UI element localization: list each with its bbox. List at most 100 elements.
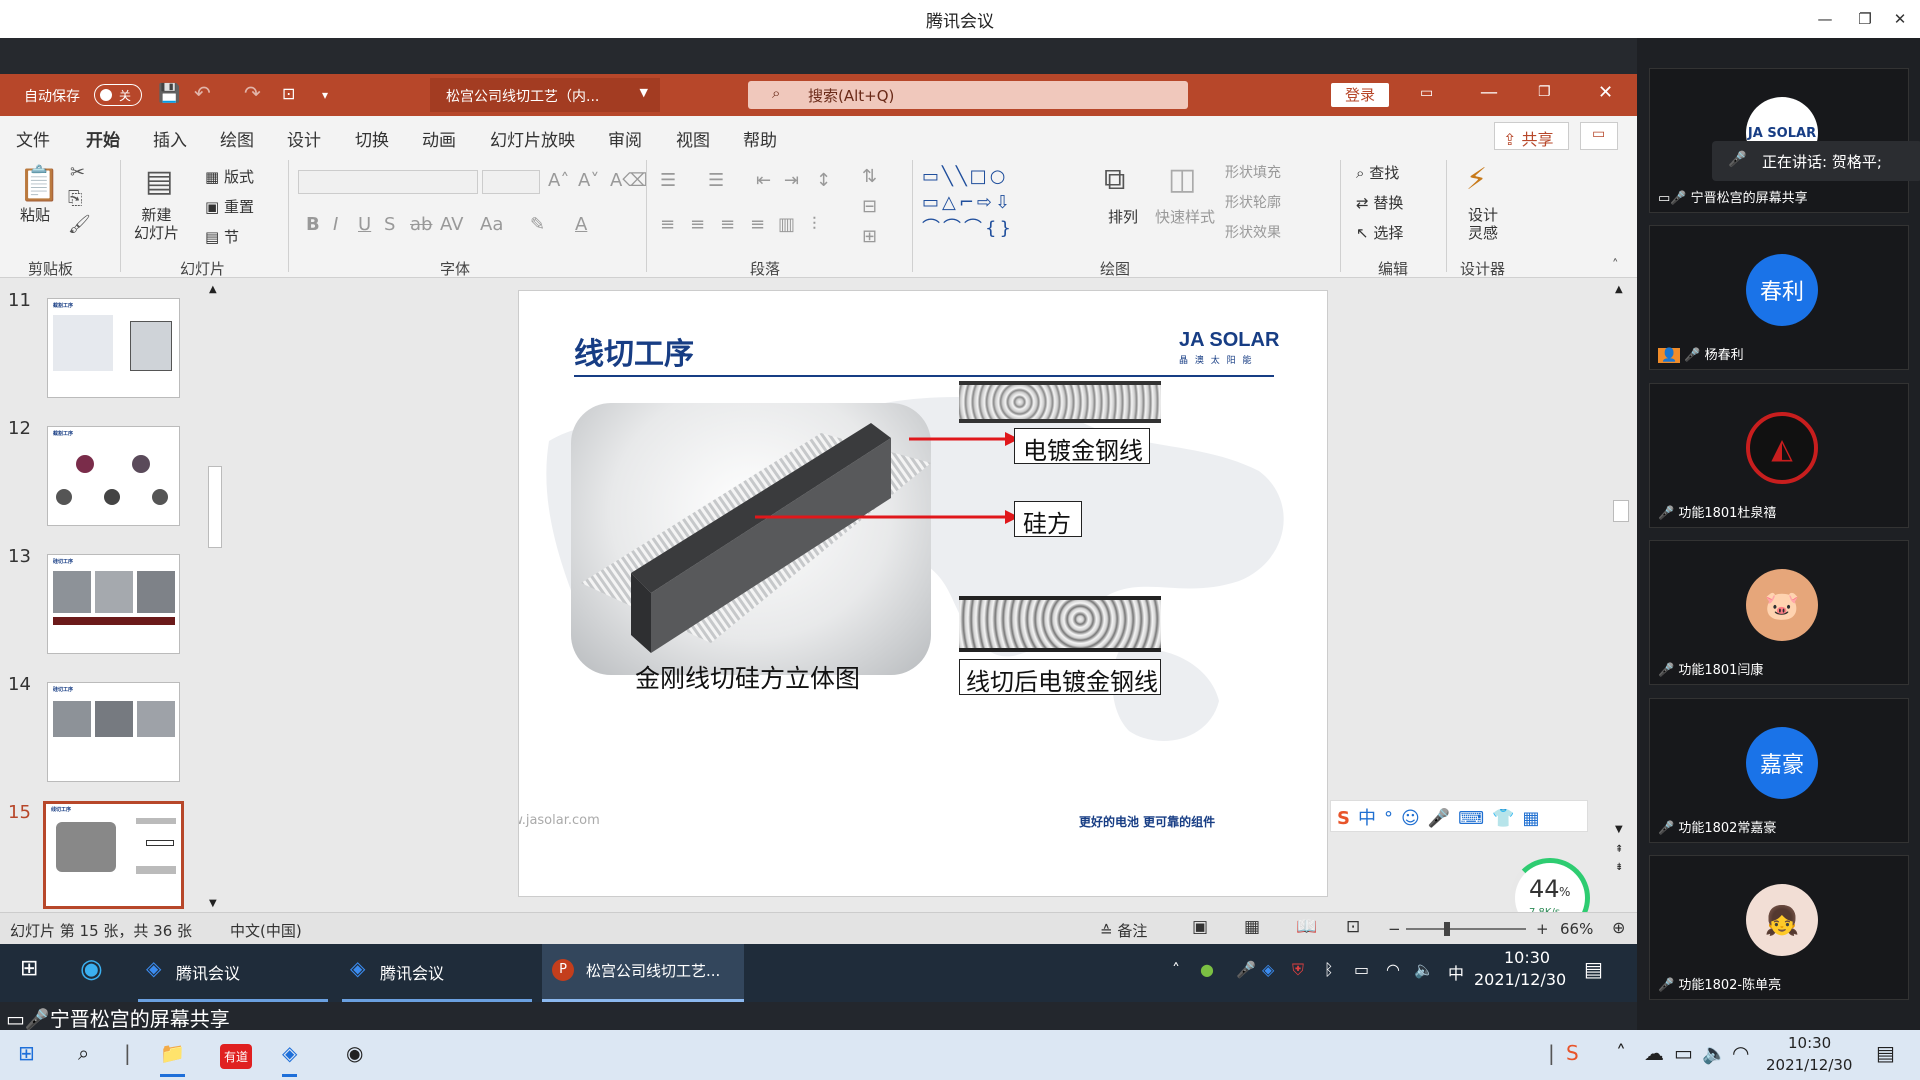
designer-icon[interactable]: ⚡ [1466,162,1487,197]
youdao-icon[interactable]: 有道 [220,1044,253,1069]
paste-icon[interactable]: 📋 [18,164,60,204]
arrange-icon[interactable]: ⧉ [1104,162,1125,197]
align-left-icon[interactable]: ≡ [660,214,675,235]
ime-toolbar[interactable]: S中°☺🎤⌨👕▦ [1330,800,1588,832]
wifi-icon[interactable]: ◠ [1732,1041,1749,1065]
numbering-icon[interactable]: ☰ [708,170,724,191]
restore-button[interactable]: ❐ [1845,0,1885,38]
justify-icon[interactable]: ≡ [750,214,765,235]
underline-icon[interactable]: U [358,214,371,235]
windows-start-icon[interactable]: ⊞ [20,956,38,981]
tray-security-icon[interactable]: ⛨ [1292,960,1304,980]
slide-thumbnail[interactable]: 硅切工序 [47,554,180,654]
volume-icon[interactable]: 🔈 [1702,1041,1727,1065]
align-text-icon[interactable]: ⊟ [862,196,877,217]
tab-insert[interactable]: 插入 [153,126,187,151]
inner-clock-time[interactable]: 10:30 [1504,948,1550,967]
ppt-minimize-button[interactable]: — [1480,82,1498,103]
scroll-up-icon[interactable]: ▲ [209,284,217,295]
inner-clock-date[interactable]: 2021/12/30 [1474,970,1566,989]
fit-slide-icon[interactable]: ⊕ [1612,918,1625,937]
sogou-tray-icon[interactable]: S [1566,1041,1579,1065]
close-button[interactable]: ✕ [1880,0,1920,38]
windows-start-icon[interactable]: ⊞ [18,1041,35,1065]
zoom-out-icon[interactable]: − [1388,920,1401,938]
normal-view-icon[interactable]: ▣ [1192,917,1208,937]
clock-time[interactable]: 10:30 [1788,1034,1831,1052]
onedrive-icon[interactable]: ☁ [1644,1041,1664,1065]
tab-home[interactable]: 开始 [86,126,120,157]
wifi-icon[interactable]: ◠ [1386,960,1400,979]
decrease-indent-icon[interactable]: ⇤ [756,170,771,191]
designer-button[interactable]: 设计 灵感 [1468,206,1498,242]
zoom-handle[interactable] [1444,922,1450,936]
scroll-thumb[interactable] [1613,500,1629,522]
participant-card[interactable]: ◭ 🎤 功能1801杜泉禧 [1649,383,1909,528]
replace-button[interactable]: ⇄ 替换 [1356,192,1403,213]
participant-card[interactable]: JA SOLAR 🎤 正在讲话: 贺格平; ▭🎤 宁晋松宫的屏幕共享 [1649,68,1920,213]
zoom-in-icon[interactable]: + [1536,920,1549,938]
edge-icon[interactable]: ◉ [80,954,103,984]
tab-transitions[interactable]: 切换 [355,126,389,151]
scroll-up-icon[interactable]: ▲ [1615,284,1623,295]
zoom-level[interactable]: 66% [1560,920,1593,938]
share-button[interactable]: ⇪ 共享 [1494,122,1569,150]
volume-icon[interactable]: 🔈 [1414,960,1434,979]
tab-view[interactable]: 视图 [676,126,710,151]
new-slide-button[interactable]: 新建 幻灯片 [134,206,179,242]
collapse-ribbon-icon[interactable]: ˄ [1612,258,1619,273]
thumbnails-scrollbar[interactable]: ▲ ▼ [205,284,223,909]
comments-button[interactable]: ▭ [1580,122,1618,150]
search-input[interactable]: ⌕ 搜索(Alt+Q) [748,81,1188,109]
save-icon[interactable]: 💾 [158,83,180,104]
clock-date[interactable]: 2021/12/30 [1766,1056,1852,1074]
minimize-button[interactable]: — [1805,0,1845,38]
taskbar-app-tencent-1[interactable]: ◈ 腾讯会议 [138,944,328,1002]
change-case-icon[interactable]: Aa [480,214,503,235]
highlight-icon[interactable]: ✎ [530,214,545,235]
language-status[interactable]: 中文(中国) [230,920,302,941]
search-icon[interactable]: ⌕ [78,1041,89,1065]
slideshow-icon[interactable]: ⊡ [1346,917,1360,937]
find-button[interactable]: ⌕ 查找 [1356,162,1399,183]
participant-card[interactable]: 嘉豪 🎤 功能1802常嘉豪 [1649,698,1909,843]
document-title-dropdown[interactable]: 松宫公司线切工艺（内... ▼ [430,78,660,112]
login-button[interactable]: 登录 [1331,83,1389,107]
paste-button[interactable]: 粘贴 [20,204,50,225]
taskbar-app-tencent-2[interactable]: ◈ 腾讯会议 [342,944,532,1002]
battery-icon[interactable]: ▭ [1354,960,1369,979]
ribbon-display-icon[interactable]: ▭ [1420,85,1433,101]
grow-font-icon[interactable]: A˄ [548,170,569,191]
customize-qat-icon[interactable]: ▾ [322,88,328,102]
slide-thumbnail[interactable]: 截割工序 [47,426,180,526]
previous-slide-icon[interactable]: ⇞ [1615,844,1623,855]
tencent-meeting-icon[interactable]: ◈ [282,1041,298,1077]
tray-meeting-icon[interactable]: ◈ [1262,960,1274,979]
redo-icon[interactable]: ↷ [244,81,261,105]
shadow-icon[interactable]: S [384,214,395,235]
italic-icon[interactable]: I [333,214,338,235]
ime-indicator[interactable]: 中 [1448,960,1464,984]
shape-outline-button[interactable]: 形状轮廓 [1225,192,1281,212]
quick-style-icon[interactable]: ◫ [1168,162,1196,197]
shrink-font-icon[interactable]: A˅ [578,170,599,191]
tab-file[interactable]: 文件 [16,126,50,151]
tab-draw[interactable]: 绘图 [220,126,254,151]
participant-card[interactable]: 🐷 🎤 功能1801闫康 [1649,540,1909,685]
obs-icon[interactable]: ◉ [346,1041,363,1065]
increase-indent-icon[interactable]: ⇥ [784,170,799,191]
cut-icon[interactable]: ✂ [70,162,85,183]
ppt-restore-button[interactable]: ❐ [1538,84,1551,100]
participant-card[interactable]: 春利 👤 🎤 杨春利 [1649,225,1909,370]
reset-button[interactable]: ▣ 重置 [205,196,254,217]
participant-card[interactable]: 👧 🎤 功能1802-陈单亮 [1649,855,1909,1000]
scroll-thumb[interactable] [208,466,222,548]
tab-review[interactable]: 审阅 [608,126,642,151]
shape-fill-button[interactable]: 形状填充 [1225,162,1281,182]
shapes-gallery[interactable]: ▭╲╲□○ ▭△⌐⇨⇩ ⌒⌒⌒{} [922,164,1077,244]
clear-format-icon[interactable]: A⌫ [610,170,648,191]
notes-button[interactable]: ≙ 备注 [1100,920,1147,941]
select-button[interactable]: ↖ 选择 [1356,222,1403,243]
notification-icon[interactable]: ▤ [1876,1041,1895,1065]
tab-animations[interactable]: 动画 [422,126,456,151]
